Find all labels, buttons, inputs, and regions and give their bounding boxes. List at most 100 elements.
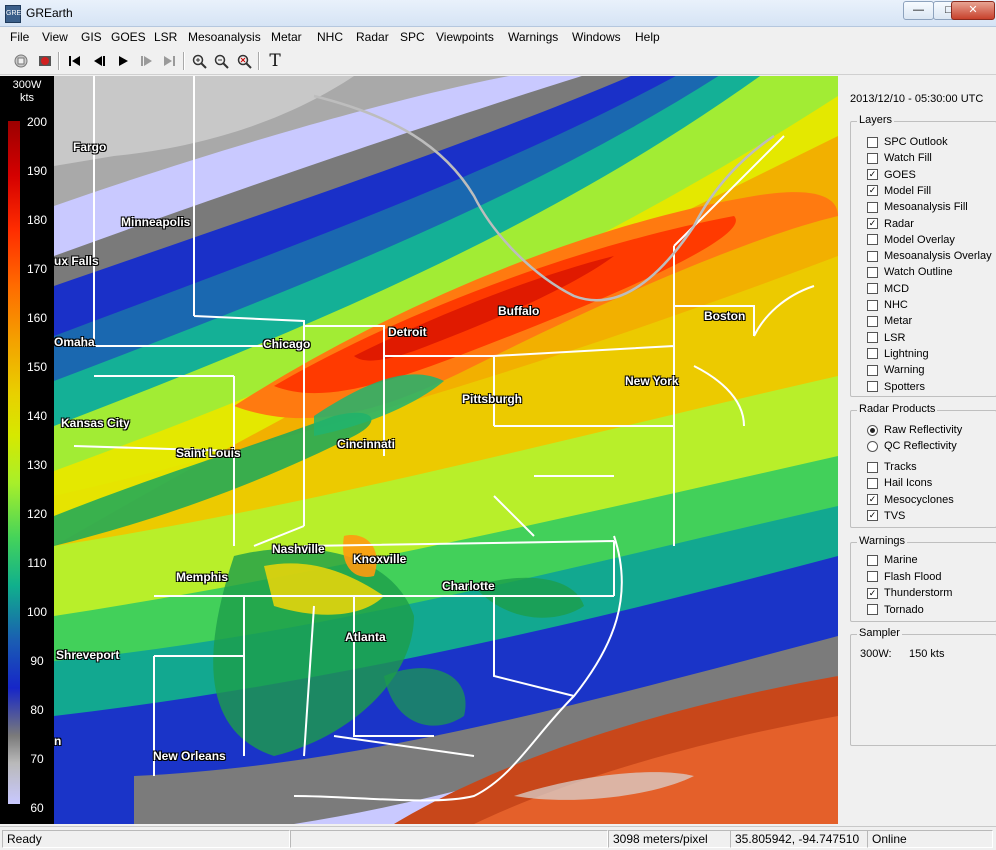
legend-label: 170 — [26, 262, 48, 276]
sampler-group-title: Sampler — [857, 627, 902, 639]
minimize-button[interactable]: — — [903, 1, 934, 20]
checkbox[interactable] — [867, 136, 878, 148]
checkbox[interactable] — [867, 283, 878, 295]
city-label: Charlotte — [442, 579, 495, 593]
layer-watch-outline[interactable]: Watch Outline — [867, 266, 953, 278]
menu-file[interactable]: File — [10, 30, 29, 44]
checkbox[interactable] — [867, 364, 878, 376]
checkbox[interactable]: ✓ — [867, 587, 878, 599]
city-label: Atlanta — [345, 630, 386, 644]
menu-windows[interactable]: Windows — [572, 30, 621, 44]
option-label: Metar — [884, 315, 913, 328]
warnings-group-title: Warnings — [857, 535, 908, 547]
layer-radar[interactable]: ✓ Radar — [867, 218, 914, 230]
layer-watch-fill[interactable]: Watch Fill — [867, 152, 932, 164]
status-online: Online — [867, 830, 993, 848]
menu-nhc[interactable]: NHC — [317, 30, 343, 44]
checkbox[interactable] — [867, 381, 878, 392]
checkbox[interactable] — [867, 234, 878, 246]
menu-help[interactable]: Help — [635, 30, 660, 44]
layer-metar[interactable]: Metar — [867, 315, 912, 327]
step-back-icon[interactable] — [90, 52, 108, 70]
checkbox[interactable] — [867, 604, 878, 615]
warning-flash-flood[interactable]: Flash Flood — [867, 571, 941, 583]
radar-option-tracks[interactable]: Tracks — [867, 461, 917, 473]
radar-raw-reflectivity[interactable]: Raw Reflectivity — [867, 424, 962, 436]
menu-mesoanalysis[interactable]: Mesoanalysis — [188, 30, 261, 44]
city-label: Omaha — [54, 335, 95, 349]
checkbox[interactable] — [867, 461, 878, 473]
checkbox[interactable]: ✓ — [867, 494, 878, 506]
city-label: Cincinnati — [337, 437, 396, 451]
checkbox[interactable] — [867, 477, 878, 489]
weather-map[interactable]: Fargo Minneapolis ux Falls Omaha Kansas … — [54, 76, 838, 824]
skip-last-icon[interactable] — [160, 52, 178, 70]
checkbox[interactable]: ✓ — [867, 510, 878, 522]
layer-mesoanalysis-fill[interactable]: Mesoanalysis Fill — [867, 201, 968, 213]
checkbox[interactable] — [867, 332, 878, 344]
layer-mesoanalysis-overlay[interactable]: Mesoanalysis Overlay — [867, 250, 992, 262]
checkbox[interactable]: ✓ — [867, 169, 878, 181]
close-button[interactable]: ✕ — [951, 1, 995, 20]
warning-marine[interactable]: Marine — [867, 554, 918, 566]
layer-spc-outlook[interactable]: SPC Outlook — [867, 136, 948, 148]
city-label: n — [54, 734, 62, 748]
radio-button[interactable] — [867, 424, 878, 436]
checkbox[interactable] — [867, 348, 878, 360]
status-scale: 3098 meters/pixel — [608, 830, 731, 848]
menu-lsr[interactable]: LSR — [154, 30, 177, 44]
copy-icon[interactable] — [12, 52, 30, 70]
zoom-reset-icon[interactable] — [235, 52, 253, 70]
radar-option-mesocyclones[interactable]: ✓ Mesocyclones — [867, 494, 954, 506]
warning-thunderstorm[interactable]: ✓ Thunderstorm — [867, 587, 952, 599]
checkbox[interactable] — [867, 152, 878, 164]
option-label: Mesocyclones — [884, 493, 954, 506]
checkbox[interactable]: ✓ — [867, 185, 878, 197]
legend-label: 200 — [26, 115, 48, 129]
checkbox[interactable] — [867, 315, 878, 327]
record-icon[interactable] — [36, 52, 54, 70]
layer-goes[interactable]: ✓ GOES — [867, 169, 916, 181]
menu-view[interactable]: View — [42, 30, 68, 44]
layer-lightning[interactable]: Lightning — [867, 348, 929, 360]
warning-tornado[interactable]: Tornado — [867, 604, 924, 616]
layer-warning[interactable]: Warning — [867, 364, 925, 376]
zoom-out-icon[interactable] — [212, 52, 230, 70]
checkbox[interactable] — [867, 250, 878, 262]
radar-option-hail-icons[interactable]: Hail Icons — [867, 477, 932, 489]
checkbox[interactable] — [867, 554, 878, 566]
status-empty — [290, 830, 608, 848]
menu-viewpoints[interactable]: Viewpoints — [436, 30, 494, 44]
checkbox[interactable] — [867, 571, 878, 582]
checkbox[interactable] — [867, 266, 878, 278]
layer-spotters[interactable]: Spotters — [867, 381, 925, 393]
radar-option-tvs[interactable]: ✓ TVS — [867, 510, 905, 522]
menu-spc[interactable]: SPC — [400, 30, 425, 44]
checkbox[interactable]: ✓ — [867, 218, 878, 229]
layer-nhc[interactable]: NHC — [867, 299, 908, 311]
menu-goes[interactable]: GOES — [111, 30, 146, 44]
radio-button[interactable] — [867, 440, 878, 452]
layer-model-fill[interactable]: ✓ Model Fill — [867, 185, 931, 197]
layer-mcd[interactable]: MCD — [867, 283, 909, 295]
checkbox[interactable] — [867, 299, 878, 311]
layer-model-overlay[interactable]: Model Overlay — [867, 234, 955, 246]
option-label: Mesoanalysis Fill — [884, 201, 968, 214]
legend-label: 190 — [26, 164, 48, 178]
skip-first-icon[interactable] — [66, 52, 84, 70]
menu-radar[interactable]: Radar — [356, 30, 389, 44]
menu-metar[interactable]: Metar — [271, 30, 302, 44]
menu-warnings[interactable]: Warnings — [508, 30, 558, 44]
menu-gis[interactable]: GIS — [81, 30, 102, 44]
checkbox[interactable] — [867, 201, 878, 213]
radar-qc-reflectivity[interactable]: QC Reflectivity — [867, 440, 957, 452]
option-label: GOES — [884, 168, 916, 181]
text-tool-icon[interactable]: T — [266, 51, 284, 71]
step-forward-icon[interactable] — [138, 52, 156, 70]
play-icon[interactable] — [114, 52, 132, 70]
zoom-in-icon[interactable] — [190, 52, 208, 70]
option-label: Tracks — [884, 461, 917, 473]
toolbar-separator — [258, 52, 260, 70]
layer-lsr[interactable]: LSR — [867, 332, 905, 344]
city-label: Kansas City — [61, 416, 130, 430]
